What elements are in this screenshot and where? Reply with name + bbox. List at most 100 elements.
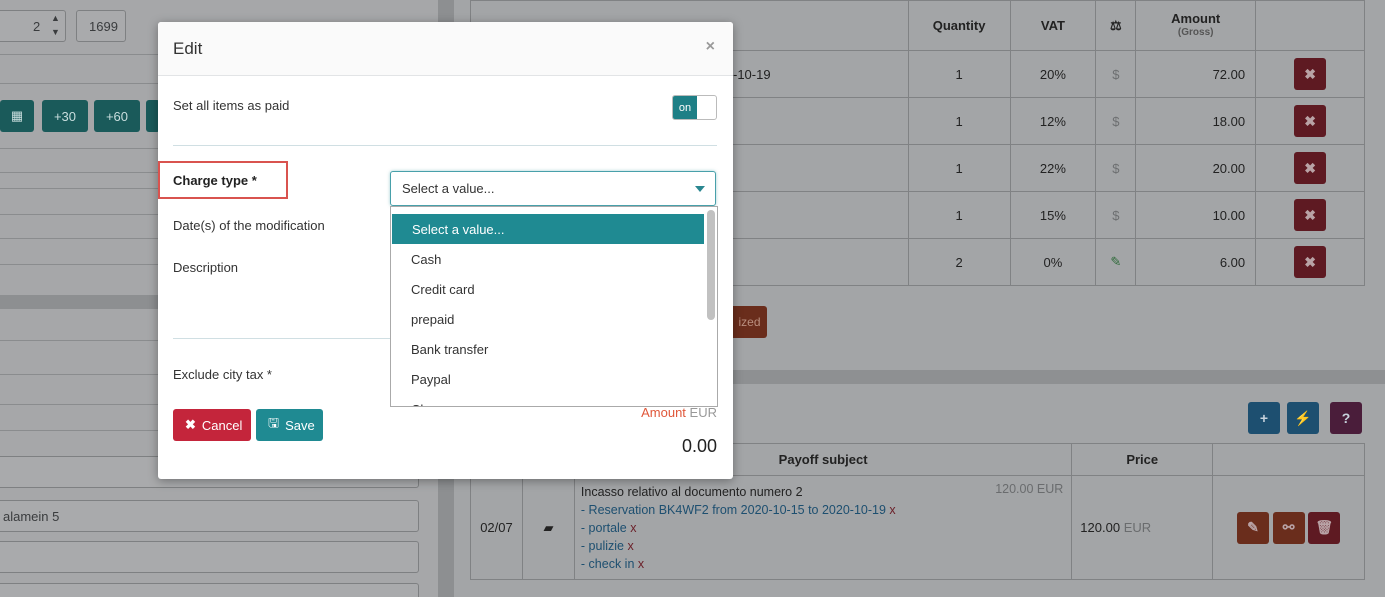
row-amount: 10.00 [1135, 191, 1257, 239]
row-quantity: 1 [907, 97, 1011, 145]
payoff-line: - check in x [580, 556, 645, 571]
divider [173, 338, 393, 339]
row-quantity: 1 [907, 144, 1011, 192]
dollar-icon: $ [1095, 97, 1137, 145]
payoff-title: Incasso relativo al documento numero 2 [580, 484, 803, 499]
payoff-line: - Reservation BK4WF2 from 2020-10-15 to … [580, 502, 896, 517]
help-icon[interactable]: ? [1330, 402, 1362, 434]
unlink-icon[interactable]: ⚯ [1272, 511, 1305, 544]
cancel-button[interactable]: ✖ Cancel [173, 409, 251, 441]
charge-type-dropdown: Select a value... Cash Credit card prepa… [390, 206, 718, 407]
address-value: alamein 5 [3, 509, 60, 524]
payoff-price: 120.00 EUR [1071, 475, 1214, 580]
delete-icon[interactable]: ✖ [1294, 199, 1327, 231]
row-vat: 15% [1009, 191, 1097, 239]
save-label: Save [285, 417, 315, 433]
row-amount: 18.00 [1135, 97, 1257, 145]
remove-icon[interactable]: x [638, 557, 644, 571]
remove-icon[interactable]: x [627, 539, 633, 553]
address-field[interactable]: alamein 5 [0, 500, 419, 532]
delete-icon[interactable]: ✖ [1294, 58, 1327, 90]
row-quantity: 2 [907, 238, 1011, 286]
option-paypal[interactable]: Paypal [391, 364, 703, 394]
option-bank-transfer[interactable]: Bank transfer [391, 334, 703, 364]
dollar-icon: $ [1095, 144, 1137, 192]
row-amount: 72.00 [1135, 50, 1257, 98]
top-field[interactable]: 1699 [76, 10, 126, 42]
description-label: Description [173, 260, 239, 275]
modal-title: Edit [173, 38, 203, 58]
row-vat: 12% [1009, 97, 1097, 145]
row-amount: 6.00 [1135, 238, 1257, 286]
payoff-title-amount: 120.00 EUR [995, 482, 1064, 496]
table-row: 02/07 ▰ Incasso relativo al documento nu… [470, 475, 1365, 580]
remove-icon[interactable]: x [889, 503, 895, 517]
plus-30-button[interactable]: +30 [42, 100, 88, 132]
charge-type-select[interactable]: Select a value... [390, 171, 716, 206]
edit-icon[interactable]: ✎ [1095, 238, 1137, 286]
toggle-on-label: on [673, 96, 697, 119]
cancel-label: Cancel [201, 417, 243, 433]
remove-icon[interactable]: x [630, 521, 636, 535]
charge-type-label: Charge type * [173, 173, 257, 188]
row-vat: 20% [1009, 50, 1097, 98]
bg-field[interactable] [0, 541, 419, 573]
spin-down-icon[interactable]: ▼ [51, 27, 60, 37]
wallet-icon: ▰ [521, 475, 575, 580]
edit-modal: Edit × Set all items as paid on Charge t… [158, 22, 733, 479]
option-cheque[interactable]: Cheque [391, 394, 703, 407]
close-icon[interactable]: × [706, 38, 715, 56]
payoff-subject: Incasso relativo al documento numero 2 1… [573, 475, 1073, 580]
delete-icon[interactable]: ✖ [1294, 105, 1327, 137]
payoff-line: - portale x [580, 520, 637, 535]
select-value: Select a value... [402, 181, 495, 196]
modal-header: Edit [158, 22, 733, 76]
spin-up-icon[interactable]: ▲ [51, 13, 60, 23]
amount-unit: EUR [689, 405, 717, 420]
floppy-icon: 🖫 [268, 415, 280, 430]
caret-down-icon [695, 186, 705, 192]
payoff-line: - pulizie x [580, 538, 634, 553]
dates-label: Date(s) of the modification [173, 218, 325, 233]
dropdown-scrollbar[interactable] [707, 210, 715, 320]
row-quantity: 1 [907, 50, 1011, 98]
bg-field[interactable] [0, 583, 419, 597]
trash-icon[interactable]: 🗑 [1308, 511, 1341, 544]
partial-orange-button[interactable]: ized [732, 306, 767, 338]
payoff-actions: ✎ ⚯ 🗑 [1212, 475, 1365, 580]
col-amount: Amount (Gross) [1135, 0, 1257, 51]
divider [173, 145, 717, 146]
option-credit-card[interactable]: Credit card [391, 274, 703, 304]
plus-60-button[interactable]: +60 [94, 100, 140, 132]
edit-icon[interactable]: ✎ [1236, 511, 1269, 544]
amount-label: Amount EUR [641, 405, 717, 420]
dollar-icon: $ [1095, 50, 1137, 98]
col-price: Price [1071, 443, 1214, 476]
amount-subheader: (Gross) [1177, 26, 1214, 38]
quantity-spin-field[interactable]: 2 ▲ ▼ [0, 10, 66, 42]
top-field-value: 1699 [89, 19, 118, 34]
row-vat: 0% [1009, 238, 1097, 286]
delete-icon[interactable]: ✖ [1294, 152, 1327, 184]
calendar-icon[interactable]: ▦ [0, 100, 34, 132]
save-button[interactable]: 🖫 Save [256, 409, 323, 441]
col-actions [1255, 0, 1365, 51]
option-select-value[interactable]: Select a value... [392, 214, 704, 244]
row-quantity: 1 [907, 191, 1011, 239]
option-prepaid[interactable]: prepaid [391, 304, 703, 334]
set-all-paid-label: Set all items as paid [173, 98, 290, 113]
option-cash[interactable]: Cash [391, 244, 703, 274]
add-icon[interactable]: + [1248, 402, 1280, 434]
amount-value: 0.00 [681, 436, 717, 456]
amount-header: Amount [1171, 10, 1221, 26]
delete-icon[interactable]: ✖ [1294, 246, 1327, 278]
col-vat: VAT [1009, 0, 1097, 51]
close-icon: ✖ [185, 417, 196, 432]
scale-icon: ⚖ [1095, 0, 1137, 51]
col-actions [1212, 443, 1365, 476]
row-vat: 22% [1009, 144, 1097, 192]
col-quantity: Quantity [907, 0, 1011, 51]
amount-label-text: Amount [641, 405, 686, 420]
set-all-paid-toggle[interactable]: on [672, 95, 717, 120]
wand-icon[interactable]: ⚡ [1287, 402, 1319, 434]
